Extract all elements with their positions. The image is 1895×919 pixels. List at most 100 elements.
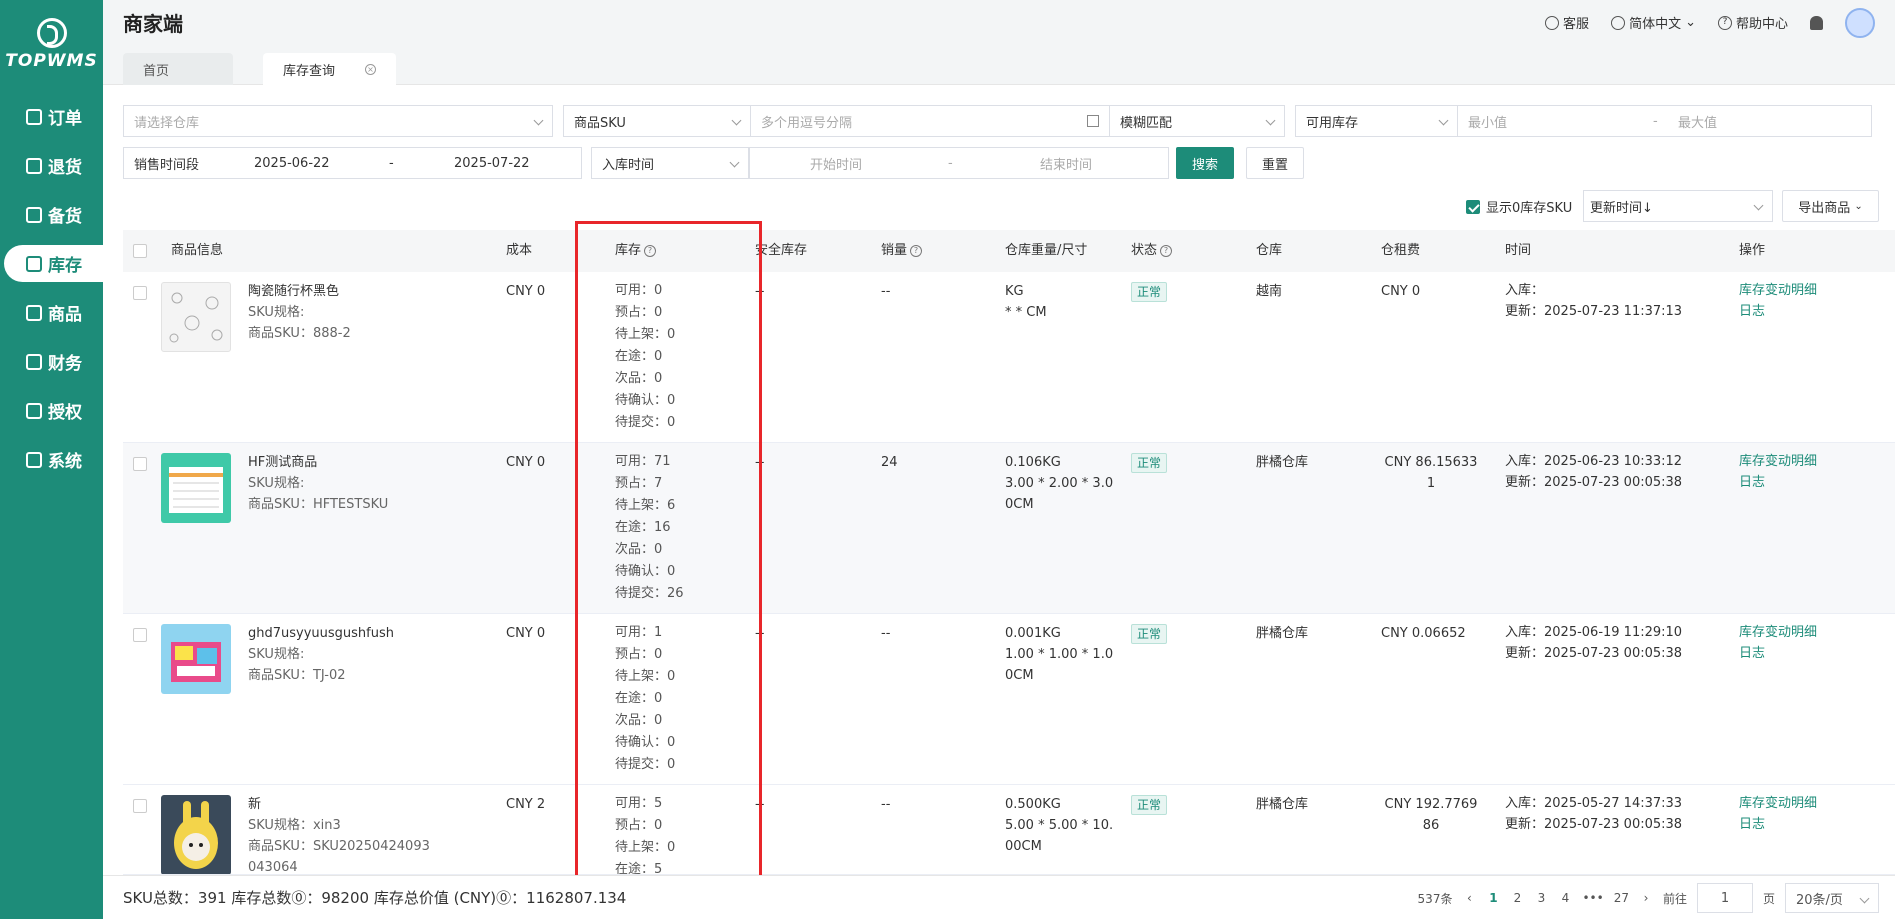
product-spec: SKU规格: [248, 305, 305, 320]
stock-change-detail-link[interactable]: 库存变动明细 [1739, 622, 1817, 643]
row-checkbox[interactable] [133, 457, 147, 471]
product-spec: SKU规格: [248, 647, 305, 662]
size-value: 3.00 * 2.00 * 3.00CM [1005, 476, 1114, 512]
page-3[interactable]: 3 [1534, 891, 1548, 905]
header-actions: 客服 简体中文 ⌄ ? 帮助中心 [1545, 0, 1875, 45]
language-selector[interactable]: 简体中文 ⌄ [1611, 13, 1696, 32]
size-value: * * CM [1005, 305, 1047, 320]
weight-size: 0.001KG 1.00 * 1.00 * 1.00CM [1005, 623, 1115, 686]
updated-time: 更新：2025-07-23 00:05:38 [1505, 646, 1683, 661]
product-thumbnail[interactable] [161, 282, 231, 352]
log-link[interactable]: 日志 [1739, 643, 1817, 664]
date-type-select[interactable]: 入库时间 [591, 147, 749, 179]
sidebar-item-label: 订单 [48, 109, 82, 129]
page-1[interactable]: 1 [1486, 891, 1500, 905]
warehouse-select[interactable]: 请选择仓库 [123, 105, 553, 137]
page-4[interactable]: 4 [1558, 891, 1572, 905]
product-name[interactable]: ghd7usyyuusgushfush [248, 623, 394, 644]
product-name[interactable]: 陶瓷随行杯黑色 [248, 281, 351, 302]
stock-change-detail-link[interactable]: 库存变动明细 [1739, 793, 1817, 814]
max-value-input[interactable]: 最大值 [1678, 112, 1717, 131]
stock-change-detail-link[interactable]: 库存变动明细 [1739, 280, 1817, 301]
sidebar-item-label: 商品 [48, 305, 82, 325]
log-link[interactable]: 日志 [1739, 814, 1817, 835]
weight-size: 0.500KG 5.00 * 5.00 * 10.00CM [1005, 794, 1115, 857]
page-ellipsis[interactable]: ••• [1582, 891, 1603, 905]
help-center-link[interactable]: ? 帮助中心 [1717, 13, 1788, 32]
tab-home[interactable]: 首页 [123, 53, 233, 85]
table-header: 商品信息 成本 库存? 安全库存 销量? 仓库重量/尺寸 状态? 仓库 仓租费 … [123, 230, 1895, 272]
reset-button[interactable]: 重置 [1246, 147, 1304, 179]
page-size-select[interactable]: 20条/页 [1785, 883, 1879, 913]
log-link[interactable]: 日志 [1739, 472, 1817, 493]
inbound-date-range[interactable]: 开始时间 - 结束时间 [749, 147, 1169, 179]
search-button[interactable]: 搜索 [1176, 147, 1234, 179]
prev-page-icon[interactable]: ‹ [1462, 891, 1476, 905]
stock-change-detail-link[interactable]: 库存变动明细 [1739, 451, 1817, 472]
return-icon [26, 157, 42, 174]
cost-value: CNY 0 [506, 455, 546, 470]
customer-service-link[interactable]: 客服 [1545, 13, 1589, 32]
avatar[interactable] [1845, 7, 1875, 38]
close-icon[interactable]: × [365, 63, 376, 75]
stock-type-select[interactable]: 可用库存 [1295, 105, 1458, 137]
sku-type-select[interactable]: 商品SKU [563, 105, 751, 137]
stock-reserved: 预占：7 [615, 476, 663, 491]
finance-icon [26, 353, 42, 370]
show-zero-stock-toggle[interactable]: 显示0库存SKU [1466, 197, 1572, 216]
order-icon [26, 108, 42, 125]
header-sales-label: 销量 [881, 243, 908, 258]
row-checkbox[interactable] [133, 286, 147, 300]
next-page-icon[interactable]: › [1639, 891, 1653, 905]
help-icon[interactable]: ? [644, 244, 657, 257]
select-all-checkbox[interactable] [133, 244, 147, 258]
inbound-time: 入库： [1505, 283, 1545, 298]
product-name[interactable]: HF测试商品 [248, 452, 388, 473]
row-checkbox[interactable] [133, 799, 147, 813]
end-date-input[interactable]: 结束时间 [1040, 154, 1092, 173]
goto-page-input[interactable]: 1 [1696, 883, 1753, 913]
time-cell: 入库：2025-05-27 14:37:33 更新：2025-07-23 00:… [1505, 793, 1682, 835]
product-thumbnail[interactable] [161, 795, 231, 874]
inbound-time: 入库：2025-05-27 14:37:33 [1505, 796, 1683, 811]
sidebar-item-system[interactable]: 系统 [0, 441, 103, 478]
sales-start-date[interactable]: 2025-06-22 [254, 156, 330, 171]
row-checkbox[interactable] [133, 628, 147, 642]
warehouse-value: 胖橘仓库 [1256, 797, 1309, 812]
sidebar-item-returns[interactable]: 退货 [0, 147, 103, 184]
bell-icon[interactable] [1810, 15, 1823, 30]
help-icon[interactable]: ? [1160, 244, 1173, 257]
sales-end-date[interactable]: 2025-07-22 [454, 156, 530, 171]
sidebar-item-inventory[interactable]: 库存 [4, 245, 103, 282]
warehouse-value: 胖橘仓库 [1256, 455, 1309, 470]
sales-period-label: 销售时间段 [134, 157, 200, 173]
sku-input[interactable]: 多个用逗号分隔 [750, 105, 1110, 137]
match-mode-select[interactable]: 模糊匹配 [1109, 105, 1285, 137]
sidebar-item-finance[interactable]: 财务 [0, 343, 103, 380]
log-link[interactable]: 日志 [1739, 301, 1817, 322]
page-27[interactable]: 27 [1614, 891, 1629, 905]
sidebar-item-auth[interactable]: 授权 [0, 392, 103, 429]
tab-inventory-query[interactable]: 库存查询 × [263, 53, 396, 85]
export-products-button[interactable]: 导出商品 ⌄ [1782, 190, 1879, 222]
sidebar-item-stock-prep[interactable]: 备货 [0, 196, 103, 233]
product-name[interactable]: 新 [248, 794, 438, 815]
start-date-input[interactable]: 开始时间 [810, 154, 862, 173]
sales-value: -- [881, 797, 891, 812]
min-value-input[interactable]: 最小值 [1468, 112, 1507, 131]
show-zero-checkbox[interactable] [1466, 199, 1480, 214]
rent-value: CNY 0 [1381, 284, 1421, 299]
help-icon[interactable]: ? [910, 244, 923, 257]
sidebar-item-products[interactable]: 商品 [0, 294, 103, 331]
sidebar-item-orders[interactable]: 订单 [0, 98, 103, 135]
product-thumbnail[interactable] [161, 453, 231, 523]
paste-icon[interactable] [1087, 115, 1099, 127]
product-thumbnail[interactable] [161, 624, 231, 694]
stock-breakdown: 可用：5 预占：0 待上架：0 在途：5 [615, 793, 675, 874]
page-2[interactable]: 2 [1510, 891, 1524, 905]
sales-period-range[interactable]: 销售时间段 2025-06-22 - 2025-07-22 [123, 147, 582, 179]
sales-value: -- [881, 626, 891, 641]
stock-range-input[interactable]: 最小值 - 最大值 [1457, 105, 1872, 137]
main-content: 请选择仓库 商品SKU 多个用逗号分隔 模糊匹配 可用库存 最小值 - 最大值 … [103, 85, 1895, 919]
sort-select[interactable]: 更新时间↓ [1583, 190, 1773, 222]
